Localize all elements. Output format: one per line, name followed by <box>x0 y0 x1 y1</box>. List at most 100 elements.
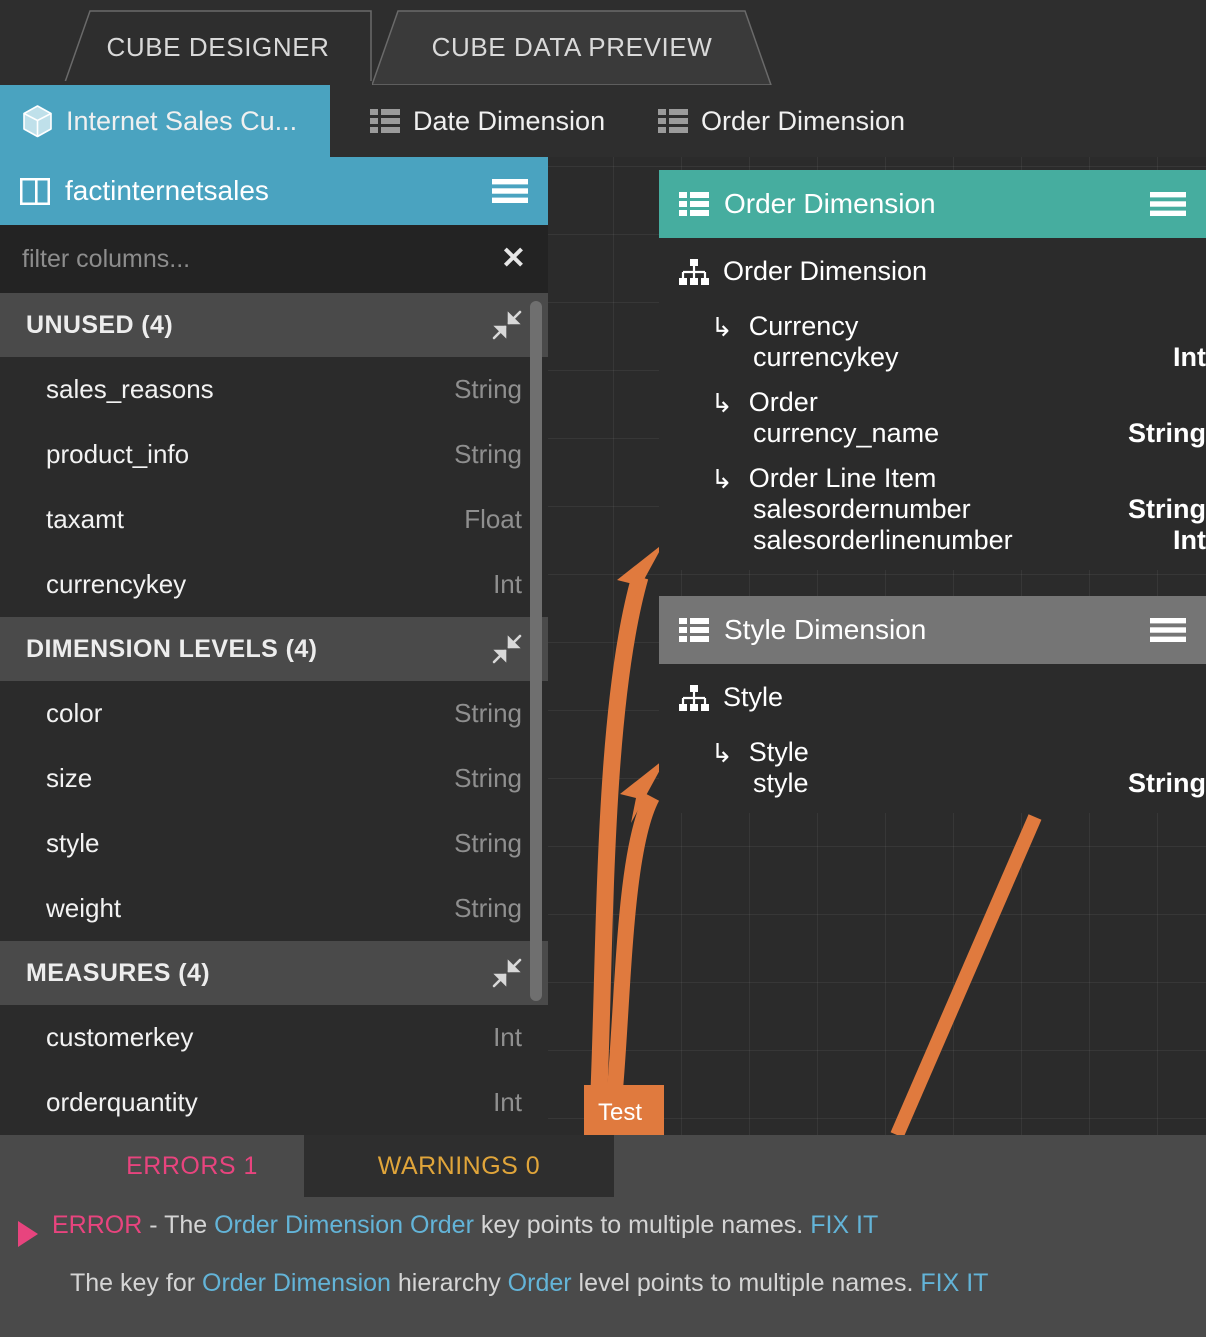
dimension-card-header[interactable]: Style Dimension <box>659 596 1206 664</box>
dimension-tab-internet-sales-cube[interactable]: Internet Sales Cu... <box>0 85 330 157</box>
attribute-type: Int <box>1173 525 1206 555</box>
dimension-tab-label: Order Dimension <box>701 105 906 136</box>
column-row[interactable]: taxamt Float <box>0 487 548 552</box>
column-name: product_info <box>46 439 190 469</box>
detail-text-a: The key for <box>70 1269 202 1297</box>
hierarchy-level[interactable]: ↳ Order Line Item salesordernumber Strin… <box>659 449 1206 556</box>
fix-it-link[interactable]: FIX IT <box>920 1269 988 1297</box>
column-section-list[interactable]: UNUSED (4) sales_reasons String product_… <box>0 293 548 1135</box>
cube-designer-canvas[interactable]: Test factinternetsales filter columns...… <box>0 157 1206 1135</box>
hierarchy-root-label: Order Dimension <box>723 256 928 286</box>
cube-icon <box>22 104 53 138</box>
canvas-node-test-label: Test <box>598 1099 643 1126</box>
expand-triangle-icon[interactable] <box>18 1221 38 1247</box>
collapse-icon[interactable] <box>492 958 522 988</box>
hierarchy-level[interactable]: ↳ Currency currencykey Int <box>659 297 1206 373</box>
column-row[interactable]: product_info String <box>0 422 548 487</box>
tab-errors[interactable]: ERRORS 1 <box>80 1135 304 1197</box>
attribute-type: String <box>1128 418 1206 448</box>
attribute-name: style <box>753 768 809 798</box>
hierarchy-level[interactable]: ↳ Order currency_name String <box>659 373 1206 449</box>
filter-columns-row[interactable]: filter columns... ✕ <box>0 225 548 293</box>
hamburger-icon[interactable] <box>492 178 528 204</box>
column-row[interactable]: orderquantity Int <box>0 1070 548 1135</box>
dimension-card-title: Order Dimension <box>724 188 936 219</box>
column-type: String <box>454 439 522 469</box>
detail-link-order[interactable]: Order <box>508 1269 572 1297</box>
level-attribute-row[interactable]: currencykey Int <box>711 342 1206 373</box>
column-name: weight <box>46 893 122 923</box>
column-list-scrollbar[interactable] <box>530 301 542 1001</box>
hierarchy-level-head: ↳ Order Line Item <box>711 463 1206 494</box>
column-name: orderquantity <box>46 1087 198 1117</box>
dimension-tab-date-dimension[interactable]: Date Dimension <box>348 85 627 157</box>
tab-errors-label: ERRORS 1 <box>126 1151 258 1180</box>
section-header-measures[interactable]: MEASURES (4) <box>0 941 548 1005</box>
level-arrow-icon: ↳ <box>711 311 733 342</box>
attribute-name: currency_name <box>753 418 940 448</box>
table-panel-header[interactable]: factinternetsales <box>0 157 548 225</box>
level-arrow-icon: ↳ <box>711 737 733 768</box>
hierarchy-level-head: ↳ Order <box>711 387 1206 418</box>
tab-warnings-label: WARNINGS 0 <box>377 1151 541 1180</box>
column-type: String <box>454 893 522 923</box>
column-type: String <box>454 698 522 728</box>
dimension-card-header[interactable]: Order Dimension <box>659 170 1206 238</box>
column-row[interactable]: style String <box>0 811 548 876</box>
tab-warnings[interactable]: WARNINGS 0 <box>304 1135 614 1197</box>
dimension-tab-order-dimension[interactable]: Order Dimension <box>636 85 927 157</box>
attribute-type: Int <box>1173 342 1206 372</box>
level-attribute-row[interactable]: salesorderlinenumber Int <box>711 525 1206 556</box>
hierarchy-icon <box>679 258 709 285</box>
detail-text-c: level points to multiple names. <box>571 1269 921 1297</box>
detail-link-order-dimension[interactable]: Order Dimension <box>202 1269 391 1297</box>
fix-it-link[interactable]: FIX IT <box>810 1211 878 1239</box>
filter-columns-input[interactable]: filter columns... <box>22 245 501 274</box>
hamburger-icon[interactable] <box>1150 617 1186 643</box>
dimension-card-body: Order Dimension ↳ Currency currencykey I… <box>659 238 1206 570</box>
error-text-a: The <box>164 1211 215 1239</box>
column-row[interactable]: size String <box>0 746 548 811</box>
close-icon[interactable]: ✕ <box>501 244 526 274</box>
error-row[interactable]: ERROR - The Order Dimension Order key po… <box>18 1211 1206 1247</box>
level-attribute-row[interactable]: salesordernumber String <box>711 494 1206 525</box>
level-attribute-row[interactable]: style String <box>711 768 1206 799</box>
dimension-card-style-dimension[interactable]: Style Dimension Style ↳ Style style Stri… <box>659 596 1206 813</box>
column-type: String <box>454 763 522 793</box>
column-type: Int <box>493 1087 522 1117</box>
hierarchy-root-row[interactable]: Order Dimension <box>659 246 1206 297</box>
attribute-type: String <box>1128 494 1206 524</box>
column-name: color <box>46 698 103 728</box>
column-row[interactable]: sales_reasons String <box>0 357 548 422</box>
section-header-unused[interactable]: UNUSED (4) <box>0 293 548 357</box>
error-subject-link[interactable]: Order Dimension Order <box>214 1211 474 1239</box>
level-attribute-row[interactable]: currency_name String <box>711 418 1206 449</box>
hierarchy-level[interactable]: ↳ Style style String <box>659 723 1206 799</box>
level-arrow-icon: ↳ <box>711 387 733 418</box>
column-name: size <box>46 763 93 793</box>
hierarchy-root-label: Style <box>723 682 784 712</box>
collapse-icon[interactable] <box>492 310 522 340</box>
collapse-icon[interactable] <box>492 634 522 664</box>
column-row[interactable]: currencykey Int <box>0 552 548 617</box>
attribute-type: String <box>1128 768 1206 798</box>
tab-cube-designer[interactable]: CUBE DESIGNER <box>64 10 372 85</box>
validation-dock-tabs: ERRORS 1 WARNINGS 0 <box>0 1135 1206 1197</box>
attribute-name: salesordernumber <box>753 494 971 524</box>
tab-cube-data-preview[interactable]: CUBE DATA PREVIEW <box>372 10 772 85</box>
hamburger-icon[interactable] <box>1150 191 1186 217</box>
list-icon <box>658 108 688 134</box>
column-name: style <box>46 828 100 858</box>
hierarchy-root-row[interactable]: Style <box>659 672 1206 723</box>
hierarchy-level-label: Style <box>748 737 809 767</box>
column-row[interactable]: weight String <box>0 876 548 941</box>
dimension-card-order-dimension[interactable]: Order Dimension Order Dimension ↳ Curren… <box>659 170 1206 570</box>
column-row[interactable]: color String <box>0 681 548 746</box>
table-panel-factinternetsales[interactable]: factinternetsales filter columns... ✕ UN… <box>0 157 548 1135</box>
column-row[interactable]: customerkey Int <box>0 1005 548 1070</box>
validation-dock[interactable]: ERRORS 1 WARNINGS 0 ERROR - The Order Di… <box>0 1135 1206 1337</box>
error-dash: - <box>142 1211 165 1239</box>
column-type: Float <box>464 504 522 534</box>
section-header-dimension-levels[interactable]: DIMENSION LEVELS (4) <box>0 617 548 681</box>
canvas-node-test[interactable]: Test <box>584 1085 664 1135</box>
